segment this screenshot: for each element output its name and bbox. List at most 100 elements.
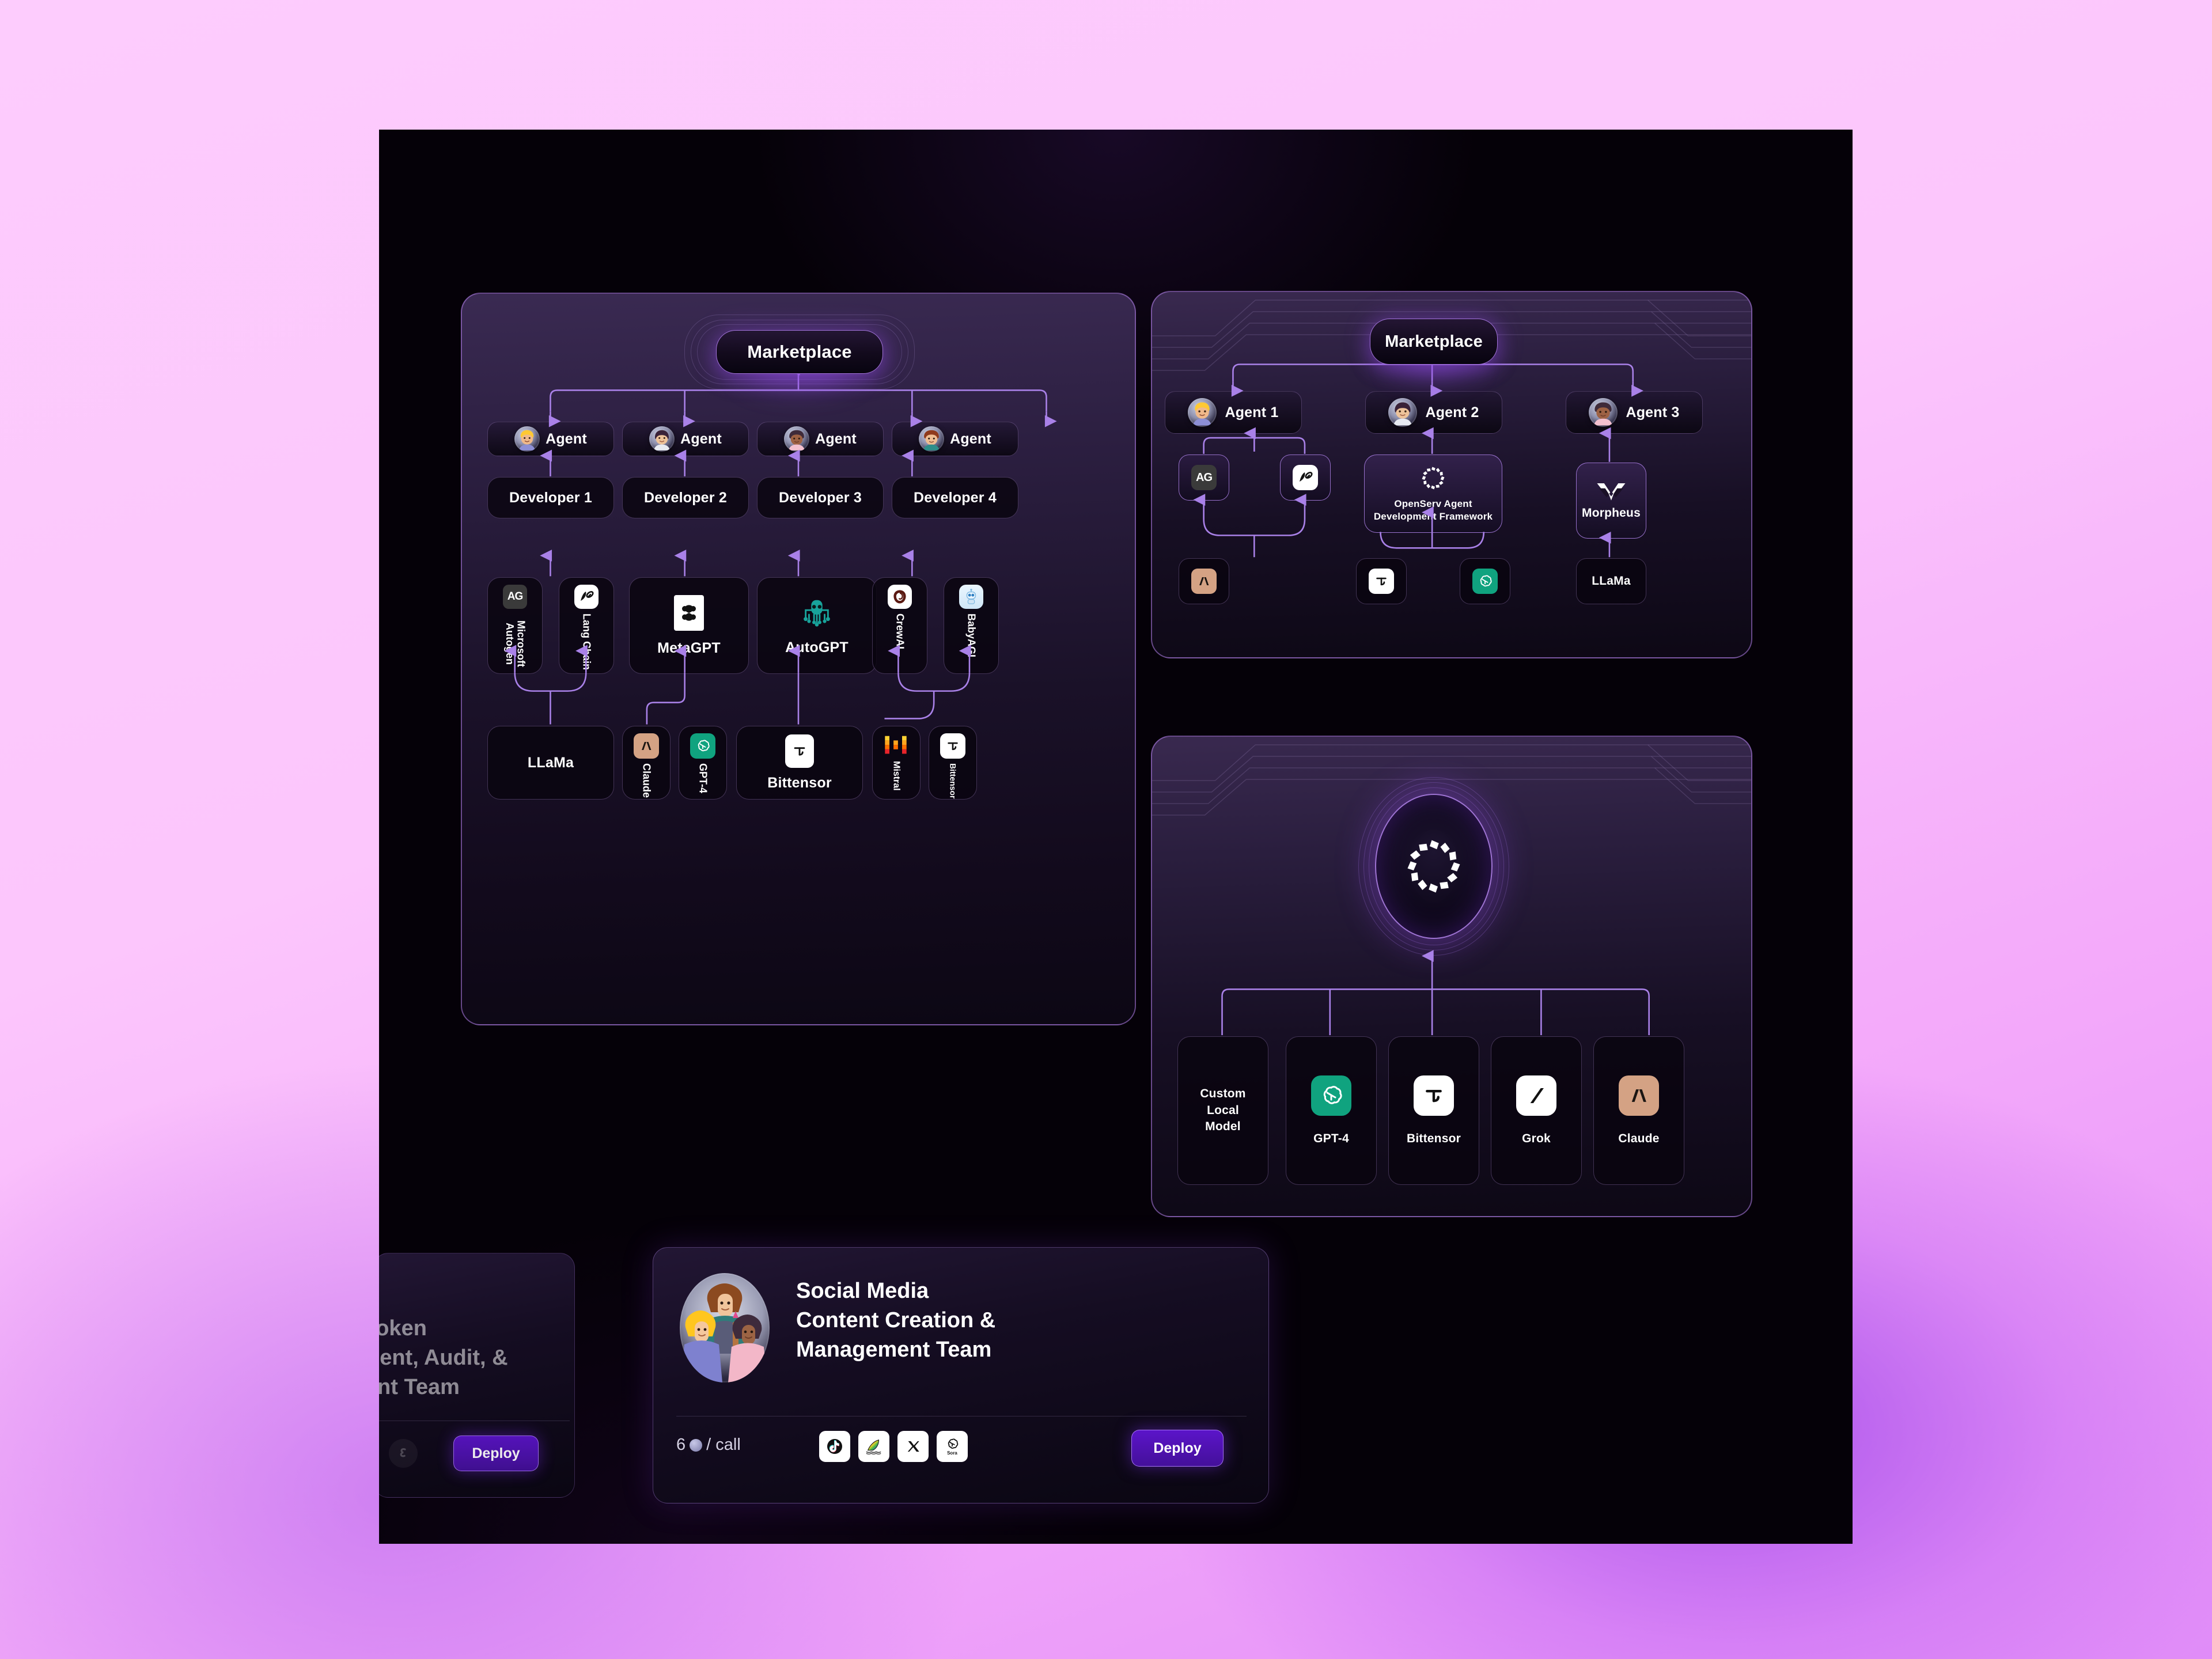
framework-node-autogen[interactable]: AG bbox=[1179, 454, 1229, 501]
model-node-claude[interactable]: Claude bbox=[1593, 1036, 1684, 1185]
model-node-claude[interactable]: Claude bbox=[622, 726, 671, 800]
panel-agent-hierarchy: Marketplace Agent Agent Agent Agent Deve… bbox=[461, 293, 1136, 1025]
model-node-custom-local[interactable]: Custom Local Model bbox=[1177, 1036, 1268, 1185]
agent-label: Agent 2 bbox=[1425, 404, 1479, 421]
framework-node-langchain[interactable]: Lang Chain bbox=[559, 577, 614, 674]
model-node-llama[interactable]: LLaMa bbox=[1576, 558, 1646, 604]
model-node-bittensor[interactable]: Bittensor bbox=[1388, 1036, 1479, 1185]
agent-node-3[interactable]: Agent bbox=[757, 422, 884, 456]
claude-icon bbox=[1619, 1075, 1659, 1116]
agent-team-card-social[interactable]: Social Media Content Creation & Manageme… bbox=[653, 1247, 1269, 1503]
marketplace-label: Marketplace bbox=[747, 342, 852, 362]
openserv-icon bbox=[1422, 467, 1445, 490]
agent-label: Agent bbox=[546, 430, 587, 447]
model-label: GPT-4 bbox=[1313, 1132, 1349, 1145]
agent-node-3[interactable]: Agent 3 bbox=[1566, 391, 1703, 434]
agent-node-2[interactable]: Agent bbox=[622, 422, 749, 456]
bittensor-icon bbox=[1414, 1075, 1454, 1116]
framework-label: Morpheus bbox=[1582, 506, 1641, 520]
framework-node-openserv[interactable]: OpenServ Agent Development Framework bbox=[1364, 454, 1502, 533]
framework-node-crewai[interactable]: CrewAI bbox=[872, 577, 927, 674]
avatar-blonde bbox=[514, 426, 540, 452]
avatar-redhead bbox=[919, 426, 945, 452]
agent-label: Agent 1 bbox=[1225, 404, 1279, 421]
model-node-bittensor[interactable]: Bittensor bbox=[736, 726, 863, 800]
marketplace-node-topright[interactable]: Marketplace bbox=[1370, 319, 1498, 372]
model-node-gpt4[interactable]: GPT-4 bbox=[679, 726, 727, 800]
framework-node-morpheus[interactable]: Morpheus bbox=[1576, 463, 1646, 539]
model-node-claude[interactable] bbox=[1179, 558, 1229, 604]
deploy-button[interactable]: Deploy bbox=[453, 1435, 539, 1471]
bittensor-icon bbox=[1369, 569, 1394, 594]
framework-label: BabyAGI bbox=[965, 613, 978, 658]
metagpt-icon bbox=[674, 594, 704, 631]
developer-node-4[interactable]: Developer 4 bbox=[892, 477, 1018, 518]
openai-icon bbox=[1311, 1075, 1351, 1116]
avatar-brunette bbox=[649, 426, 675, 452]
svg-text:Sora: Sora bbox=[947, 1450, 957, 1456]
model-label: Claude bbox=[641, 763, 653, 798]
autogen-icon: AG bbox=[1191, 465, 1217, 490]
model-label: LLaMa bbox=[1592, 574, 1631, 588]
crewai-icon bbox=[888, 585, 912, 609]
price-unit: / call bbox=[706, 1435, 741, 1454]
panel-openserv-agents: Marketplace Agent 1 Agent 2 Agent 3 AG O… bbox=[1151, 291, 1752, 658]
framework-node-autogen[interactable]: AG Microsoft Autogen bbox=[487, 577, 543, 674]
framework-label: MetaGPT bbox=[657, 639, 721, 656]
langchain-icon bbox=[1293, 465, 1318, 490]
model-label: Bittensor bbox=[767, 774, 832, 791]
openai-icon bbox=[1472, 569, 1498, 594]
s-logo-icon bbox=[389, 1439, 418, 1468]
developer-label: Developer 4 bbox=[914, 489, 997, 506]
tiktok-icon[interactable] bbox=[819, 1431, 850, 1462]
grok-icon bbox=[1516, 1075, 1556, 1116]
x-icon[interactable] bbox=[897, 1431, 929, 1462]
avatar-curly bbox=[1589, 398, 1618, 427]
agent-node-1[interactable]: Agent 1 bbox=[1165, 391, 1302, 434]
agent-node-4[interactable]: Agent bbox=[892, 422, 1018, 456]
card-title-line1: 20 Token bbox=[379, 1316, 427, 1340]
agent-node-1[interactable]: Agent bbox=[487, 422, 614, 456]
claude-icon bbox=[634, 733, 659, 759]
model-node-mistral[interactable]: Mistral bbox=[872, 726, 921, 800]
agent-node-2[interactable]: Agent 2 bbox=[1365, 391, 1502, 434]
developer-node-2[interactable]: Developer 2 bbox=[622, 477, 749, 518]
avatar-blonde bbox=[1188, 398, 1217, 427]
marketplace-node-left[interactable]: Marketplace bbox=[684, 315, 915, 389]
developer-node-3[interactable]: Developer 3 bbox=[757, 477, 884, 518]
team-avatar bbox=[680, 1273, 770, 1382]
model-node-llama[interactable]: LLaMa bbox=[487, 726, 614, 800]
framework-node-langchain[interactable] bbox=[1280, 454, 1331, 501]
openserv-label-line2: Development Framework bbox=[1373, 511, 1493, 522]
openserv-hub-node[interactable] bbox=[1358, 777, 1509, 956]
deploy-button[interactable]: Deploy bbox=[1131, 1430, 1224, 1467]
babyagi-icon bbox=[959, 585, 983, 609]
model-node-grok[interactable]: Grok bbox=[1491, 1036, 1582, 1185]
framework-node-autogpt[interactable]: AutoGPT bbox=[757, 577, 877, 674]
agent-label: Agent bbox=[680, 430, 722, 447]
model-node-gpt4[interactable] bbox=[1460, 558, 1510, 604]
openai-icon bbox=[690, 733, 715, 759]
avatar-brunette bbox=[1388, 398, 1418, 427]
model-node-bittensor[interactable] bbox=[1356, 558, 1407, 604]
autogpt-icon bbox=[799, 596, 835, 630]
model-label-line3: Model bbox=[1205, 1120, 1241, 1134]
framework-node-metagpt[interactable]: MetaGPT bbox=[629, 577, 749, 674]
openserv-icon bbox=[1407, 840, 1460, 893]
model-label: Bittensor bbox=[948, 763, 958, 799]
sora-icon[interactable]: Sora bbox=[937, 1431, 968, 1462]
card-title-line3: yment Team bbox=[379, 1374, 460, 1399]
model-node-bittensor-2[interactable]: Bittensor bbox=[929, 726, 977, 800]
framework-label: Lang Chain bbox=[581, 613, 593, 670]
framework-label: Microsoft Autogen bbox=[504, 620, 527, 667]
developer-node-1[interactable]: Developer 1 bbox=[487, 477, 614, 518]
agent-team-card-partial[interactable]: 20 Token opment, Audit, & yment Team Dep… bbox=[379, 1253, 575, 1498]
token-dot-icon bbox=[690, 1438, 703, 1452]
framework-node-babyagi[interactable]: BabyAGI bbox=[944, 577, 999, 674]
langchain-icon bbox=[574, 585, 599, 609]
morpheus-icon bbox=[1597, 483, 1626, 501]
tool-icon-list: Sora bbox=[819, 1431, 968, 1462]
midjourney-icon[interactable] bbox=[858, 1431, 889, 1462]
framework-label: CrewAI bbox=[894, 613, 906, 650]
model-node-gpt4[interactable]: GPT-4 bbox=[1286, 1036, 1377, 1185]
